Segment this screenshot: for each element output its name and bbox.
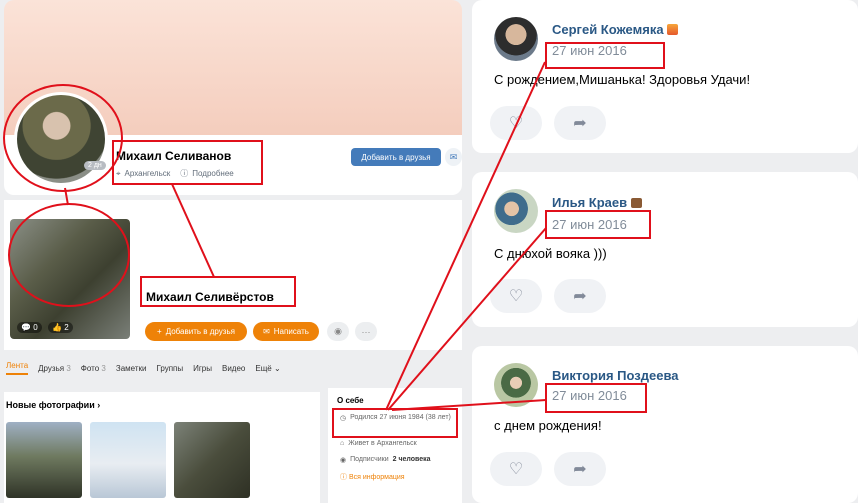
- thumbs-up-icon: 👍: [52, 323, 62, 332]
- annotation-box-ok-name: [140, 276, 296, 307]
- ok-add-friend-button[interactable]: + Добавить в друзья: [145, 322, 247, 341]
- tab-photos[interactable]: Фото 3: [81, 364, 106, 373]
- ok-tabs: Лента Друзья 3 Фото 3 Заметки Группы Игр…: [4, 356, 324, 380]
- comment-text: С днюхой вояка ))): [494, 246, 607, 261]
- about-title: О себе: [337, 396, 364, 405]
- annotation-box-vk-name: [112, 140, 263, 185]
- ok-write-label: Написать: [273, 327, 309, 336]
- vk-add-friend-button[interactable]: Добавить в друзья: [351, 148, 441, 166]
- share-arrow-icon[interactable]: ➦: [554, 106, 606, 140]
- chevron-down-icon: ⌄: [273, 363, 281, 373]
- comment-avatar[interactable]: [494, 189, 538, 233]
- screenshot-collage: 2 дн Михаил Селиванов ⌖ Архангельск ⓘ По…: [0, 0, 858, 503]
- photo-thumbnail[interactable]: [6, 422, 82, 498]
- like-heart-icon[interactable]: ♡: [490, 279, 542, 313]
- ok-comments-stat[interactable]: 💬 0: [17, 322, 42, 333]
- comment-avatar[interactable]: [494, 17, 538, 61]
- tab-friends[interactable]: Друзья 3: [38, 364, 71, 373]
- rss-icon: ◉: [340, 457, 347, 464]
- about-lives: ⌂ Живет в Архангельск: [340, 440, 417, 447]
- annotation-box-date-1: [545, 42, 665, 69]
- comment-author[interactable]: Илья Краев: [552, 195, 642, 210]
- vk-message-icon[interactable]: ✉: [445, 148, 462, 166]
- new-photos-title[interactable]: Новые фотографии ›: [6, 400, 100, 410]
- lives-text: Живет в Архангельск: [348, 440, 417, 447]
- home-icon: ⌂: [340, 440, 345, 447]
- chevron-right-icon: ›: [97, 400, 101, 410]
- like-heart-icon[interactable]: ♡: [490, 452, 542, 486]
- tab-video[interactable]: Видео: [222, 364, 245, 373]
- ok-write-button[interactable]: ✉ Написать: [253, 322, 319, 341]
- like-heart-icon[interactable]: ♡: [490, 106, 542, 140]
- info-icon: ⓘ: [340, 474, 347, 481]
- about-subscribers[interactable]: ◉ Подписчики 2 человека: [340, 456, 431, 464]
- briefcase-icon: [630, 198, 642, 208]
- comment-author[interactable]: Виктория Поздеева: [552, 368, 679, 383]
- annotation-box-birthdate: [332, 408, 458, 438]
- tab-notes[interactable]: Заметки: [116, 364, 147, 373]
- tab-feed[interactable]: Лента: [6, 361, 29, 375]
- all-info-link[interactable]: ⓘ Вся информация: [340, 472, 405, 482]
- ok-comments-count: 0: [33, 323, 38, 332]
- tab-games[interactable]: Игры: [193, 364, 212, 373]
- subscribers-label: Подписчики: [350, 456, 389, 463]
- comment-author[interactable]: Сергей Кожемяка: [552, 22, 679, 37]
- ok-add-friend-label: Добавить в друзья: [165, 327, 235, 336]
- comment-text: С рождением,Мишанька! Здоровья Удачи!: [494, 72, 751, 87]
- share-arrow-icon[interactable]: ➦: [554, 279, 606, 313]
- sunset-icon: [667, 24, 679, 35]
- annotation-box-date-3: [545, 383, 647, 413]
- envelope-icon: ✉: [263, 327, 270, 336]
- comment-avatar[interactable]: [494, 363, 538, 407]
- comment-icon: 💬: [21, 323, 31, 332]
- comment-text: с днем рождения!: [494, 418, 602, 433]
- ok-more-button[interactable]: ···: [355, 322, 377, 341]
- annotation-circle-vk-avatar: [3, 84, 123, 192]
- photo-thumbnail[interactable]: [90, 422, 166, 498]
- rss-icon[interactable]: ◉: [327, 322, 349, 341]
- annotation-box-date-2: [545, 210, 651, 239]
- photo-thumbnail[interactable]: [174, 422, 250, 498]
- tab-groups[interactable]: Группы: [156, 364, 183, 373]
- annotation-circle-ok-photo: [8, 203, 130, 307]
- tab-more[interactable]: Ещё ⌄: [255, 364, 280, 373]
- ok-likes-stat[interactable]: 👍 2: [48, 322, 73, 333]
- ok-likes-count: 2: [64, 323, 69, 332]
- add-person-icon: +: [157, 327, 162, 336]
- share-arrow-icon[interactable]: ➦: [554, 452, 606, 486]
- subscribers-value: 2 человека: [392, 456, 431, 463]
